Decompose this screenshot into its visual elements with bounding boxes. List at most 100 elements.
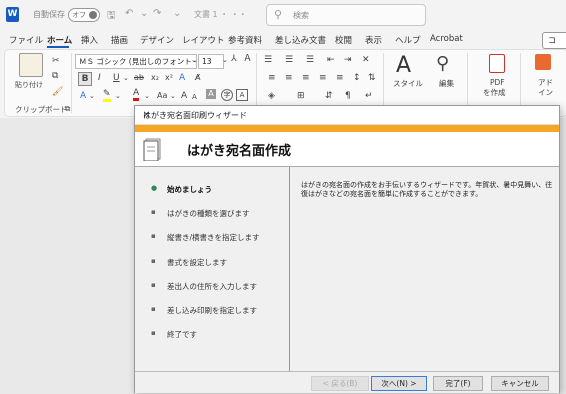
close-icon[interactable]: ✕ bbox=[143, 110, 553, 119]
tab-design[interactable]: デザイン bbox=[140, 34, 174, 46]
shading-icon[interactable]: ◈ bbox=[268, 90, 275, 102]
step-bullet-icon: ▪ bbox=[151, 232, 156, 240]
asian-layout-icon[interactable]: ✕ bbox=[362, 54, 370, 66]
char-shading-icon[interactable]: A bbox=[206, 89, 216, 99]
line-spacing-icon[interactable]: ↕ bbox=[353, 72, 361, 84]
font-name-box[interactable]: ＭＳ ゴシック (見出しのフォント - 日 bbox=[75, 54, 197, 69]
copy-icon[interactable]: ⧉ bbox=[52, 70, 58, 82]
align-left-icon[interactable]: ≡ bbox=[268, 72, 276, 84]
title-bar: W 自動保存 オフ 🖫 ↶ ⌄ ↷ ⌄ 文書 1 ・ ・・ ⚲ 検索 bbox=[0, 0, 566, 30]
tab-acrobat[interactable]: Acrobat bbox=[430, 34, 463, 44]
borders-icon[interactable]: ⊞ bbox=[297, 90, 305, 102]
change-case-dropdown-icon[interactable]: ⌄ bbox=[170, 90, 176, 102]
font-name-dropdown-icon[interactable]: ⌄ bbox=[191, 54, 197, 66]
step-start[interactable]: 始めましょう bbox=[167, 184, 212, 195]
justify-icon[interactable]: ≡ bbox=[319, 72, 327, 84]
paste-label[interactable]: 貼り付け bbox=[15, 79, 43, 91]
bullets-icon[interactable]: ☰ bbox=[264, 54, 272, 66]
text-effects-icon[interactable]: A bbox=[179, 72, 185, 84]
tab-layout[interactable]: レイアウト bbox=[182, 34, 225, 46]
step-orientation[interactable]: 縦書き/横書きを指定します bbox=[167, 232, 260, 243]
search-icon: ⚲ bbox=[274, 8, 283, 21]
pdf-icon[interactable] bbox=[489, 54, 505, 73]
change-case-icon[interactable]: Aa bbox=[157, 90, 167, 102]
char-border-icon[interactable]: A bbox=[236, 89, 248, 101]
distribute-icon[interactable]: ≡ bbox=[336, 72, 344, 84]
grow-font-icon[interactable]: A bbox=[181, 90, 187, 102]
shrink-font-icon[interactable]: A bbox=[192, 91, 197, 103]
font-color-icon[interactable]: A bbox=[133, 88, 140, 101]
save-icon[interactable]: 🖫 bbox=[107, 8, 116, 25]
highlight-dropdown-icon[interactable]: ⌄ bbox=[115, 90, 121, 102]
font-color-dropdown-icon[interactable]: ⌄ bbox=[144, 90, 150, 102]
tab-insert[interactable]: 挿入 bbox=[81, 34, 98, 46]
redo-icon[interactable]: ↷ bbox=[153, 8, 161, 19]
font-size-box[interactable]: 13 bbox=[198, 54, 224, 69]
show-marks-icon[interactable]: ¶ bbox=[345, 90, 351, 102]
underline-dropdown-icon[interactable]: ⌄ bbox=[123, 72, 129, 84]
autosave-toggle[interactable]: オフ bbox=[68, 8, 100, 22]
step-sender-address[interactable]: 差出人の住所を入力します bbox=[167, 281, 257, 292]
separator bbox=[467, 53, 468, 113]
line-break-icon[interactable]: ↵ bbox=[365, 90, 373, 102]
sort-text-icon[interactable]: ⇵ bbox=[325, 90, 333, 102]
italic-icon[interactable]: I bbox=[98, 72, 101, 84]
next-button[interactable]: 次へ(N) > bbox=[371, 376, 427, 391]
finish-button[interactable]: 完了(F) bbox=[433, 376, 483, 391]
font-size-dropdown-icon[interactable]: ⌄ bbox=[222, 54, 228, 66]
tab-help[interactable]: ヘルプ bbox=[395, 34, 421, 46]
enclose-char-icon[interactable]: Ａ bbox=[243, 53, 252, 65]
ruby-icon[interactable]: ⅄ bbox=[231, 53, 237, 65]
undo-dropdown-icon[interactable]: ⌄ bbox=[140, 8, 148, 19]
bold-icon[interactable]: B bbox=[78, 72, 92, 86]
editing-search-icon[interactable]: ⚲ bbox=[436, 54, 449, 74]
step-format[interactable]: 書式を設定します bbox=[167, 257, 227, 268]
text-effect-icon[interactable]: A bbox=[80, 90, 86, 102]
tab-draw[interactable]: 描画 bbox=[111, 34, 128, 46]
wizard-steps-pane: ● 始めましょう ▪ はがきの種類を選びます ▪ 縦書き/横書きを指定します ▪… bbox=[135, 167, 290, 371]
sort-icon[interactable]: ⇅ bbox=[368, 72, 376, 84]
tab-review[interactable]: 校閲 bbox=[335, 34, 352, 46]
search-box[interactable]: ⚲ 検索 bbox=[266, 4, 426, 26]
comments-button[interactable]: コ bbox=[542, 32, 566, 49]
search-placeholder: 検索 bbox=[293, 11, 309, 20]
cut-icon[interactable]: ✂ bbox=[52, 55, 60, 67]
highlight-icon[interactable]: ✎ bbox=[103, 90, 111, 102]
tab-mailings[interactable]: 差し込み文書 bbox=[275, 34, 326, 46]
clipboard-launcher-icon[interactable]: ⧉ bbox=[65, 104, 70, 114]
customize-quick-access-icon[interactable]: ⌄ bbox=[173, 8, 181, 19]
undo-icon[interactable]: ↶ bbox=[125, 8, 133, 19]
align-center-icon[interactable]: ≡ bbox=[285, 72, 293, 84]
clear-format-icon[interactable]: A̸ bbox=[195, 72, 200, 84]
decrease-indent-icon[interactable]: ⇤ bbox=[327, 54, 335, 66]
enclose-icon[interactable]: 字 bbox=[221, 89, 233, 101]
numbering-icon[interactable]: ☰ bbox=[285, 54, 293, 66]
superscript-icon[interactable]: x² bbox=[165, 72, 173, 84]
pdf-label-2[interactable]: を作成 bbox=[483, 87, 506, 99]
paste-icon[interactable] bbox=[19, 53, 43, 77]
tab-view[interactable]: 表示 bbox=[365, 34, 382, 46]
document-title: 文書 1 ・ ・・ bbox=[194, 10, 247, 19]
cancel-button[interactable]: キャンセル bbox=[491, 376, 549, 391]
underline-icon[interactable]: U bbox=[113, 72, 120, 84]
step-mail-merge[interactable]: 差し込み印刷を指定します bbox=[167, 305, 257, 316]
add-ins-label-2[interactable]: イン bbox=[538, 87, 553, 99]
multilevel-list-icon[interactable]: ☰ bbox=[306, 54, 314, 66]
text-effect-dropdown-icon[interactable]: ⌄ bbox=[89, 90, 95, 102]
tab-home[interactable]: ホーム bbox=[47, 34, 72, 46]
back-button[interactable]: < 戻る(B) bbox=[311, 376, 369, 391]
tab-file[interactable]: ファイル bbox=[9, 34, 43, 46]
align-right-icon[interactable]: ≡ bbox=[302, 72, 310, 84]
styles-icon[interactable]: A bbox=[396, 54, 411, 78]
increase-indent-icon[interactable]: ⇥ bbox=[344, 54, 352, 66]
format-painter-icon[interactable]: 🖌 bbox=[52, 86, 63, 98]
tab-references[interactable]: 参考資料 bbox=[228, 34, 262, 46]
strikethrough-icon[interactable]: ab bbox=[134, 72, 144, 84]
subscript-icon[interactable]: x₂ bbox=[151, 72, 159, 84]
styles-label[interactable]: スタイル bbox=[393, 78, 423, 90]
add-ins-icon[interactable] bbox=[535, 54, 551, 70]
step-card-type[interactable]: はがきの種類を選びます bbox=[167, 208, 250, 219]
step-finish[interactable]: 終了です bbox=[167, 329, 197, 340]
editing-label[interactable]: 編集 bbox=[439, 78, 454, 90]
step-bullet-icon: ▪ bbox=[151, 281, 156, 289]
